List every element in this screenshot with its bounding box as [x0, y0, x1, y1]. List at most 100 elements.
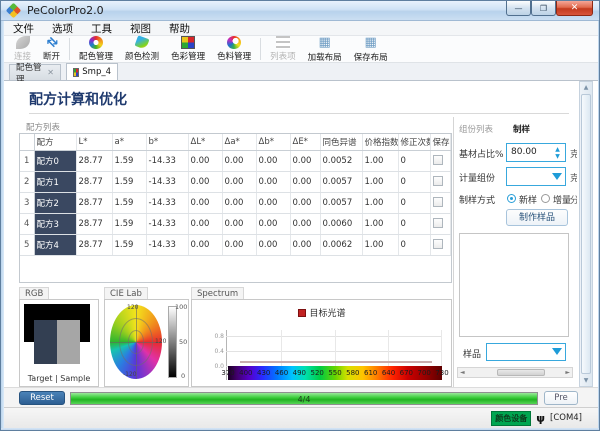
toolbar-button-color-match-manage[interactable]: 配色管理 — [73, 36, 119, 62]
device-status-badge: 颜色设备 — [491, 411, 531, 426]
color-manage-icon — [181, 36, 195, 49]
panel-divider — [453, 117, 454, 387]
load-layout-icon: ▦ — [318, 36, 332, 50]
tab-component-list[interactable]: 组份列表 — [459, 123, 493, 135]
save-checkbox[interactable] — [433, 218, 443, 228]
table-row[interactable]: 5 配方4 28.77 1.59 -14.33 0.00 0.00 0.00 0… — [20, 235, 450, 256]
progress-bar: 4/4 — [70, 392, 538, 405]
recipe-name-cell[interactable]: 配方3 — [34, 214, 76, 235]
scroll-up-icon[interactable]: ▲ — [580, 84, 592, 91]
recipe-name-cell[interactable]: 配方0 — [34, 151, 76, 172]
menu-file[interactable]: 文件 — [4, 21, 43, 35]
titlebar[interactable]: PeColorPro2.0 — ❐ ✕ — [1, 1, 600, 21]
divider — [29, 113, 569, 114]
recipe-name-cell[interactable]: 配方2 — [34, 193, 76, 214]
tab-color-match-manage[interactable]: 配色管理 ✕ — [9, 64, 61, 80]
col-dE[interactable]: ΔE* — [290, 134, 320, 151]
menu-help[interactable]: 帮助 — [160, 21, 199, 35]
col-corrections[interactable]: 修正次数 — [398, 134, 430, 151]
tab-smp4[interactable]: Smp_4 — [66, 63, 118, 80]
recipe-name-cell[interactable]: 配方1 — [34, 172, 76, 193]
b-axis-max: 120 — [127, 304, 138, 311]
sample-grid-icon — [73, 68, 79, 77]
spinner-arrows-icon[interactable]: ▲▼ — [551, 145, 564, 160]
menu-tools[interactable]: 工具 — [82, 21, 121, 35]
component-label: 计量组份 — [459, 171, 495, 184]
scroll-right-icon[interactable]: ► — [565, 369, 570, 377]
table-row[interactable]: 3 配方2 28.77 1.59 -14.33 0.00 0.00 0.00 0… — [20, 193, 450, 214]
legend-swatch — [297, 309, 305, 317]
tab-close-icon[interactable]: ✕ — [47, 68, 54, 77]
rgb-panel: Target | Sample — [19, 299, 99, 387]
toolbar-button-save-layout[interactable]: ▦ 保存布局 — [348, 36, 394, 62]
col-db[interactable]: Δb* — [256, 134, 290, 151]
action-bar: Reset 4/4 Pre — [4, 387, 598, 407]
col-dL[interactable]: ΔL* — [188, 134, 222, 151]
make-sample-button[interactable]: 制作样品 — [506, 209, 568, 226]
recipe-name-cell[interactable]: 配方4 — [34, 235, 76, 256]
vertical-scrollbar[interactable]: ▲ ▼ — [579, 81, 593, 387]
legend-label: 目标光谱 — [309, 306, 345, 319]
chevron-down-icon — [552, 173, 562, 180]
menu-view[interactable]: 视图 — [121, 21, 160, 35]
toolbar-button-disconnect[interactable]: ⇄ 断开 — [37, 36, 66, 62]
color-match-manage-icon — [89, 36, 103, 49]
col-L[interactable]: L* — [76, 134, 112, 151]
y-tick: 0.4 — [208, 348, 224, 355]
toolbar-separator — [260, 38, 261, 60]
wavelength-axis: 370 400 430 460 490 520 550 580 610 640 … — [228, 366, 442, 380]
scroll-left-icon[interactable]: ◄ — [460, 369, 465, 377]
tab-make-sample[interactable]: 制样 — [513, 123, 530, 135]
target-color-swatch — [34, 320, 57, 364]
progress-text: 4/4 — [71, 395, 537, 404]
sample-dropdown[interactable] — [486, 343, 566, 361]
save-checkbox[interactable] — [433, 239, 443, 249]
col-price-index[interactable]: 价格指数 — [362, 134, 398, 151]
colorant-manage-icon — [227, 36, 241, 49]
reset-button[interactable]: Reset — [19, 391, 65, 405]
toolbar-button-colorant-manage[interactable]: 色料管理 — [211, 36, 257, 62]
radio-new-sample[interactable] — [507, 194, 516, 203]
main-content: 配方计算和优化 配方列表 配方 L* a* b* ΔL* Δa* Δb* — [4, 81, 598, 387]
base-ratio-label: 基材占比% — [459, 147, 504, 160]
col-metamerism[interactable]: 同色异谱 — [320, 134, 362, 151]
clipped-text: 分 — [570, 193, 577, 206]
rgb-panel-label: RGB — [19, 287, 49, 299]
status-bar: 颜色设备 ψ [COM4] — [4, 407, 598, 428]
scrollbar-thumb[interactable] — [581, 94, 591, 374]
col-b[interactable]: b* — [146, 134, 188, 151]
component-dropdown[interactable] — [506, 167, 566, 186]
minimize-button[interactable]: — — [506, 1, 531, 16]
save-checkbox[interactable] — [433, 176, 443, 186]
clipped-text: 克 — [570, 147, 577, 160]
recipe-table: 配方 L* a* b* ΔL* Δa* Δb* ΔE* 同色异谱 价格指数 修正… — [19, 133, 452, 283]
toolbar-button-color-manage[interactable]: 色彩管理 — [165, 36, 211, 62]
component-listbox[interactable] — [459, 233, 569, 337]
col-recipe[interactable]: 配方 — [34, 134, 76, 151]
save-checkbox[interactable] — [433, 155, 443, 165]
close-button[interactable]: ✕ — [556, 1, 593, 16]
menu-options[interactable]: 选项 — [43, 21, 82, 35]
a-axis-max: 120 — [155, 338, 166, 345]
save-checkbox[interactable] — [433, 197, 443, 207]
table-row[interactable]: 4 配方3 28.77 1.59 -14.33 0.00 0.00 0.00 0… — [20, 214, 450, 235]
radio-increment[interactable] — [541, 194, 550, 203]
toolbar-button-load-layout[interactable]: ▦ 加载布局 — [302, 36, 348, 62]
spectrum-panel-label: Spectrum — [191, 287, 244, 299]
target-spectrum-line — [240, 361, 432, 363]
table-header-row: 配方 L* a* b* ΔL* Δa* Δb* ΔE* 同色异谱 价格指数 修正… — [20, 134, 450, 151]
scrollbar-thumb[interactable] — [497, 369, 545, 376]
base-ratio-spinner[interactable]: 80.00 ▲▼ — [506, 143, 566, 162]
col-save[interactable]: 保存 — [430, 134, 450, 151]
com-port-label: [COM4] — [550, 413, 582, 423]
pre-button[interactable]: Pre — [544, 391, 578, 405]
scroll-down-icon[interactable]: ▼ — [580, 377, 592, 384]
table-row[interactable]: 1 配方0 28.77 1.59 -14.33 0.00 0.00 0.00 0… — [20, 151, 450, 172]
col-a[interactable]: a* — [112, 134, 146, 151]
col-da[interactable]: Δa* — [222, 134, 256, 151]
table-row[interactable]: 2 配方1 28.77 1.59 -14.33 0.00 0.00 0.00 0… — [20, 172, 450, 193]
save-layout-icon: ▦ — [364, 36, 378, 50]
maximize-button[interactable]: ❐ — [531, 1, 556, 16]
toolbar-button-color-detect[interactable]: 颜色检测 — [119, 36, 165, 62]
horizontal-scrollbar[interactable]: ◄ ► — [457, 367, 573, 378]
